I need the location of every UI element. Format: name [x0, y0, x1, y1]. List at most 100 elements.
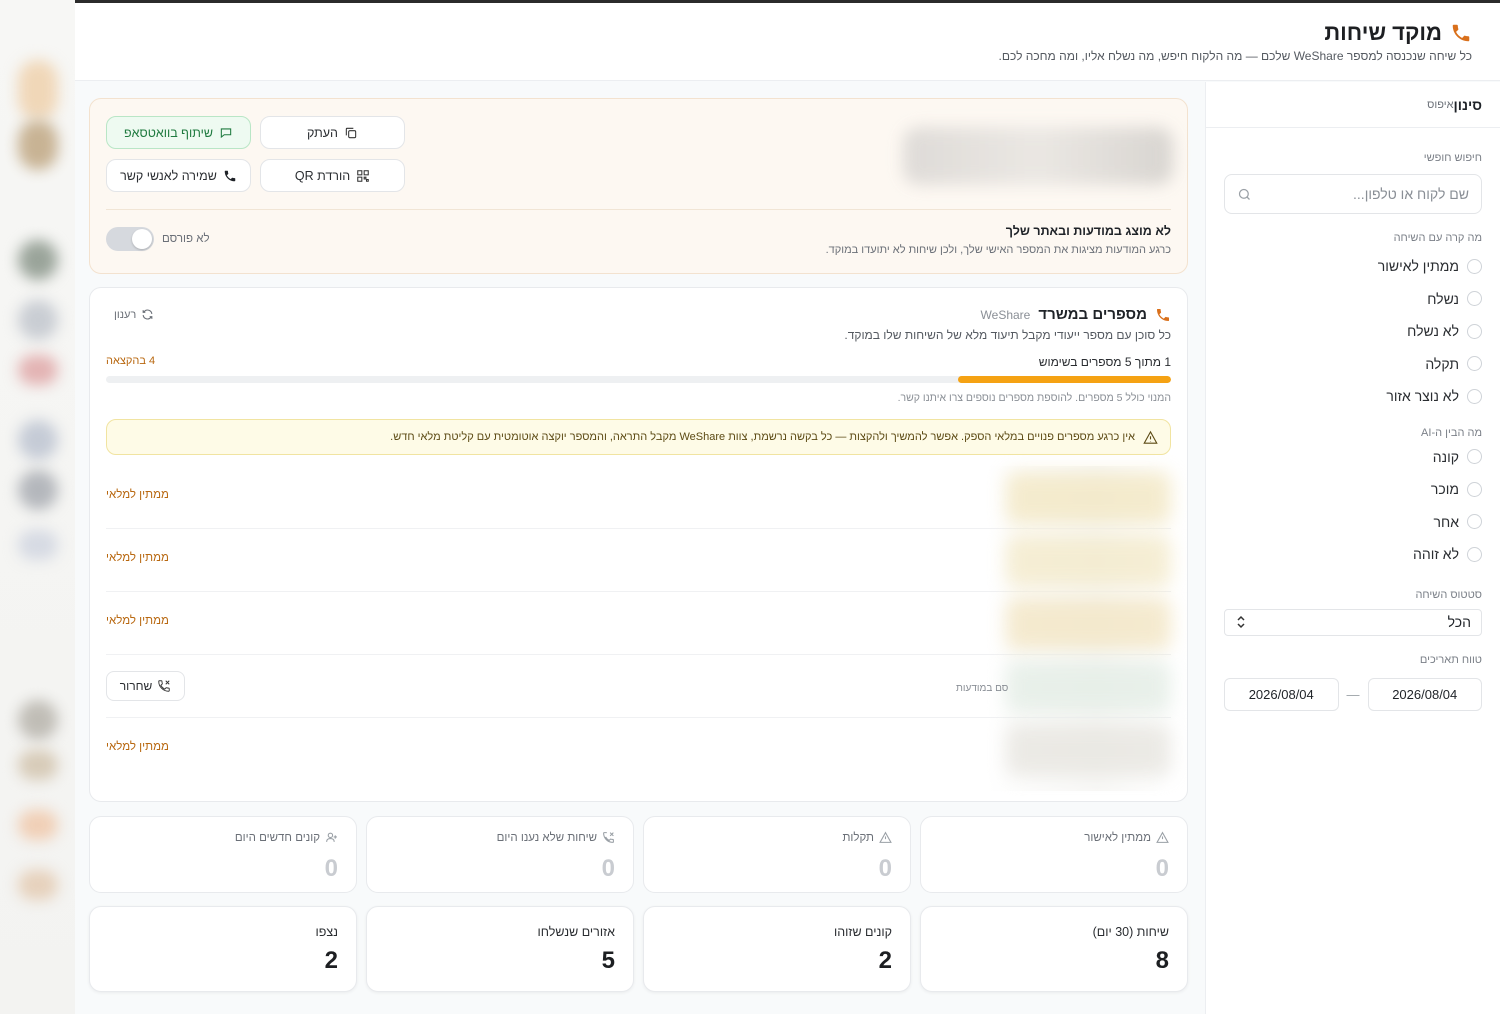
- warning-icon: [1143, 430, 1158, 444]
- reset-link[interactable]: איפוס: [1427, 99, 1453, 111]
- outcome-option[interactable]: לא נוצר אזור: [1206, 380, 1482, 413]
- filter-sidebar: סינון איפוס חיפוש חופשי מה קרה עם השיחה …: [1205, 82, 1500, 1014]
- date-range: 2026/08/04 — 2026/08/04: [1224, 677, 1482, 711]
- page-header: מוקד שיחות כל שיחה שנכנסה למספר WeShare …: [75, 3, 1500, 81]
- blurred-agent: [1006, 472, 1171, 524]
- brand-label: WeShare: [980, 307, 1031, 322]
- numbers-subtitle: כל סוכן עם מספר ייעודי מקבל תיעוד מלא של…: [844, 328, 1171, 342]
- date-separator: —: [1346, 686, 1360, 702]
- usage-progress-bar: [106, 376, 1171, 383]
- stat-card-buyers: קונים שזוהו 2: [643, 906, 911, 992]
- phone-icon: [1452, 24, 1470, 42]
- filter-title: סינון: [1453, 96, 1483, 113]
- radio-button[interactable]: [1467, 291, 1482, 307]
- stats-big-row: שיחות (30 יום) 8 קונים שזוהו 2 אזורים שנ…: [89, 906, 1188, 992]
- date-from-field[interactable]: 2026/08/04: [1367, 677, 1482, 711]
- radio-button[interactable]: [1467, 514, 1482, 530]
- refresh-button[interactable]: רענון: [114, 308, 154, 321]
- ad-note: סם במודעות: [956, 683, 1009, 694]
- row-status: ממתין למלאי: [106, 489, 169, 501]
- ai-option[interactable]: אחר: [1206, 506, 1482, 539]
- stat-card-areas: אזורים שנשלחו 5: [366, 906, 634, 992]
- radio-button[interactable]: [1467, 388, 1482, 404]
- stat-card-pending: ממתין לאישור 0: [920, 816, 1188, 893]
- ai-option[interactable]: מוכר: [1206, 473, 1482, 506]
- qr-icon: [357, 169, 369, 182]
- list-item: ממתין למלאי: [106, 466, 1171, 529]
- divider: [106, 209, 1171, 210]
- date-to-field[interactable]: 2026/08/04: [1224, 677, 1339, 711]
- publish-toggle[interactable]: לא פורסם: [106, 227, 210, 251]
- stat-value: 5: [601, 947, 615, 974]
- row-status: ממתין למלאי: [106, 741, 169, 753]
- copy-icon: [345, 127, 357, 138]
- copy-button[interactable]: העתק: [260, 116, 405, 149]
- radio-button[interactable]: [1467, 481, 1482, 497]
- search-input[interactable]: [1259, 186, 1469, 202]
- toggle-knob: [132, 229, 152, 249]
- warning-icon: [879, 831, 892, 843]
- stat-card-errors: תקלות 0: [643, 816, 911, 893]
- ai-option[interactable]: לא זוהה: [1206, 538, 1482, 571]
- stat-card-calls: שיחות (30 יום) 8: [920, 906, 1188, 992]
- outcome-option[interactable]: תקלה: [1206, 348, 1482, 381]
- stat-card-missed-calls: שיחות שלא נענו היום 0: [366, 816, 634, 893]
- radio-button[interactable]: [1467, 546, 1482, 562]
- list-item: סם במודעות שחרור: [106, 655, 1171, 718]
- page-title-text: מוקד שיחות: [1324, 20, 1442, 45]
- publish-status-subtitle: כרגע המודעות מציגות את המספר האישי שלך, …: [825, 244, 1171, 256]
- radio-button[interactable]: [1467, 356, 1482, 372]
- status-select-value: הכל: [1447, 614, 1471, 630]
- blurred-agent: [1006, 661, 1171, 713]
- search-icon: [1238, 188, 1250, 200]
- office-numbers-card: מספרים במשרד WeShare כל סוכן עם מספר ייע…: [89, 287, 1188, 802]
- numbers-list: ממתין למלאי ממתין למלאי ממתין למלאי סם ב…: [106, 466, 1171, 791]
- allocation-text: 4 בהקצאה: [106, 355, 156, 367]
- release-button[interactable]: שחרור: [106, 671, 185, 701]
- search-box[interactable]: [1224, 174, 1482, 214]
- radio-button[interactable]: [1467, 258, 1482, 274]
- row-status: ממתין למלאי: [106, 615, 169, 627]
- list-item: ממתין למלאי: [106, 592, 1171, 655]
- stock-alert: אין כרגע מספרים פנויים במלאי הספק. אפשר …: [106, 419, 1171, 455]
- status-select[interactable]: הכל: [1224, 608, 1482, 636]
- chat-icon: [220, 127, 232, 138]
- list-item: ממתין למלאי: [106, 529, 1171, 592]
- missed-call-icon: [603, 832, 614, 843]
- stat-value: 2: [324, 947, 338, 974]
- stat-value: 2: [878, 947, 892, 974]
- outcome-option[interactable]: נשלח: [1206, 283, 1482, 316]
- stat-card-views: נצפו 2: [89, 906, 357, 992]
- refresh-icon: [142, 309, 153, 320]
- blurred-agent: [1006, 598, 1171, 650]
- whatsapp-share-button[interactable]: שיתוף בוואטסאפ: [106, 116, 251, 149]
- download-qr-button[interactable]: הורדת QR: [260, 159, 405, 192]
- usage-text: 1 מתוך 5 מספרים בשימוש: [1038, 355, 1171, 369]
- toggle-switch[interactable]: [106, 227, 154, 251]
- blurred-side-panel: [0, 0, 75, 1014]
- save-contacts-button[interactable]: שמירה לאנשי קשר: [106, 159, 251, 192]
- stats-small-row: ממתין לאישור 0 תקלות 0 שיחות שלא נענו הי…: [89, 816, 1188, 893]
- page-subtitle: כל שיחה שנכנסה למספר WeShare שלכם — מה ה…: [998, 49, 1472, 63]
- publish-card: העתק שיתוף בוואטסאפ הורדת QR שמירה לאנשי…: [89, 98, 1188, 274]
- radio-button[interactable]: [1467, 449, 1482, 465]
- ai-option[interactable]: קונה: [1206, 441, 1482, 474]
- ai-label: מה הבין ה-AI: [1421, 426, 1482, 439]
- list-item: ממתין למלאי: [106, 718, 1171, 781]
- page-title: מוקד שיחות: [1324, 20, 1472, 46]
- stat-value: 0: [878, 855, 892, 882]
- dates-label: טווח תאריכים: [1419, 653, 1482, 666]
- phone-icon: [1157, 308, 1169, 321]
- outcome-option[interactable]: לא נשלח: [1206, 315, 1482, 348]
- filter-header: סינון איפוס: [1206, 82, 1500, 128]
- blurred-agent: [1006, 535, 1171, 587]
- radio-button[interactable]: [1467, 323, 1482, 339]
- usage-progress-fill: [958, 376, 1171, 383]
- row-status: ממתין למלאי: [106, 552, 169, 564]
- stat-value: 0: [1155, 855, 1169, 882]
- ai-options: קונה מוכר אחר לא זוהה: [1206, 441, 1500, 571]
- page: מוקד שיחות כל שיחה שנכנסה למספר WeShare …: [75, 3, 1500, 1014]
- outcome-option[interactable]: ממתין לאישור: [1206, 250, 1482, 283]
- stat-value: 0: [324, 855, 338, 882]
- warning-icon: [1156, 831, 1169, 843]
